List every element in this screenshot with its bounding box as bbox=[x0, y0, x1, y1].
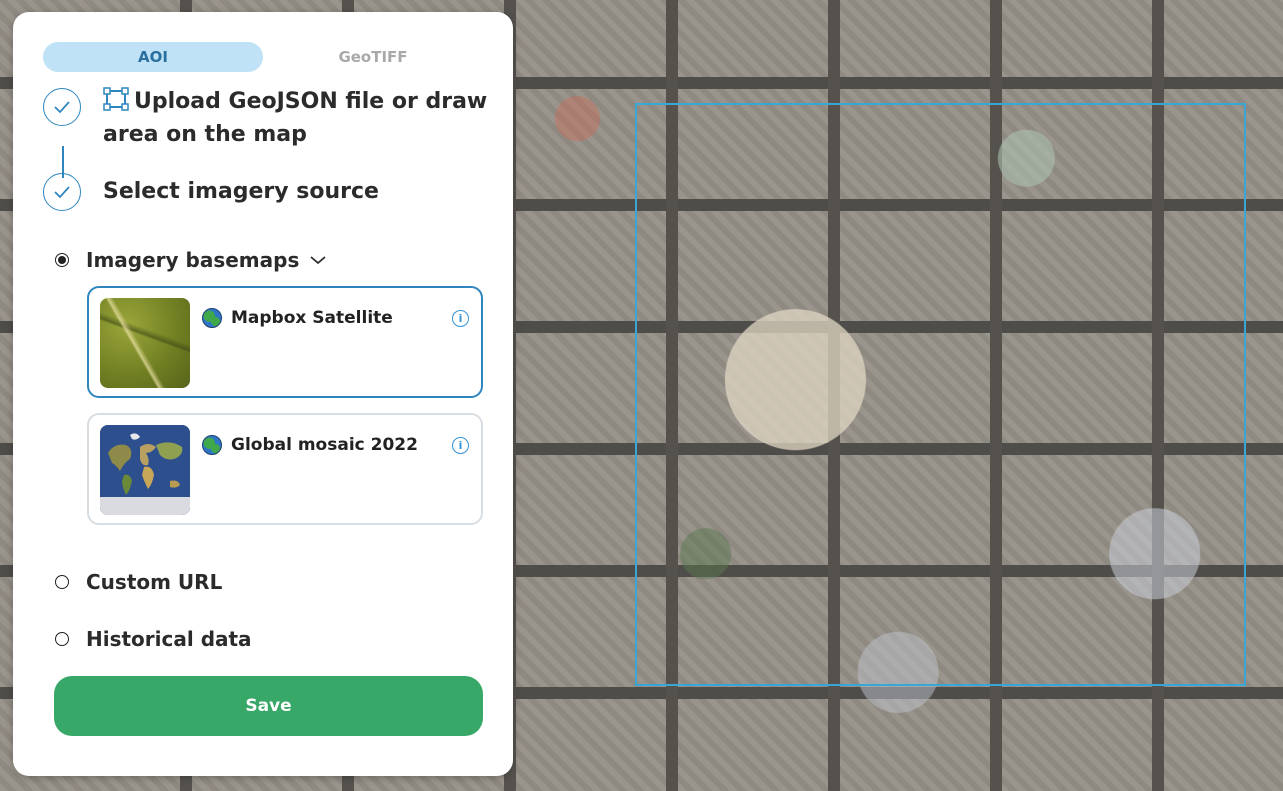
basemap-card-global-mosaic[interactable]: Global mosaic 2022 i bbox=[87, 413, 483, 525]
tab-aoi[interactable]: AOI bbox=[43, 42, 263, 72]
radio-historical-data[interactable]: Historical data bbox=[55, 627, 252, 651]
radio-button[interactable] bbox=[55, 253, 69, 267]
step-1-line-1: Upload GeoJSON file or draw bbox=[134, 89, 488, 114]
chevron-down-icon[interactable] bbox=[309, 254, 327, 266]
globe-icon bbox=[202, 435, 222, 455]
checkmark-icon bbox=[54, 186, 70, 199]
custom-url-label: Custom URL bbox=[86, 570, 223, 594]
checkmark-icon bbox=[54, 101, 70, 114]
globe-icon bbox=[202, 308, 222, 328]
save-button[interactable]: Save bbox=[54, 676, 483, 736]
polygon-draw-icon[interactable] bbox=[103, 87, 129, 120]
tab-geotiff[interactable]: GeoTIFF bbox=[263, 42, 483, 72]
satellite-terrain-thumbnail bbox=[100, 298, 190, 388]
basemap-card-mapbox-satellite[interactable]: Mapbox Satellite i bbox=[87, 286, 483, 398]
basemap-title: Global mosaic 2022 bbox=[231, 435, 418, 455]
step-1-line-2: area on the map bbox=[103, 122, 307, 147]
aoi-rectangle[interactable] bbox=[635, 103, 1246, 686]
step-2-text: Select imagery source bbox=[103, 179, 379, 204]
imagery-basemaps-label: Imagery basemaps bbox=[86, 248, 300, 272]
radio-custom-url[interactable]: Custom URL bbox=[55, 570, 222, 594]
radio-button[interactable] bbox=[55, 575, 69, 589]
aoi-panel: AOI GeoTIFF Upload GeoJSON file or draw … bbox=[13, 12, 513, 776]
step-1-text: Upload GeoJSON file or draw area on the … bbox=[103, 87, 493, 150]
radio-imagery-basemaps[interactable]: Imagery basemaps bbox=[55, 248, 327, 272]
info-icon[interactable]: i bbox=[452, 437, 469, 454]
info-icon[interactable]: i bbox=[452, 310, 469, 327]
historical-data-label: Historical data bbox=[86, 627, 252, 651]
world-mosaic-thumbnail bbox=[100, 425, 190, 515]
step-1-check-circle bbox=[43, 88, 81, 126]
radio-button[interactable] bbox=[55, 632, 69, 646]
tab-bar: AOI GeoTIFF bbox=[43, 42, 483, 72]
basemap-title: Mapbox Satellite bbox=[231, 308, 393, 328]
step-2-check-circle bbox=[43, 173, 81, 211]
